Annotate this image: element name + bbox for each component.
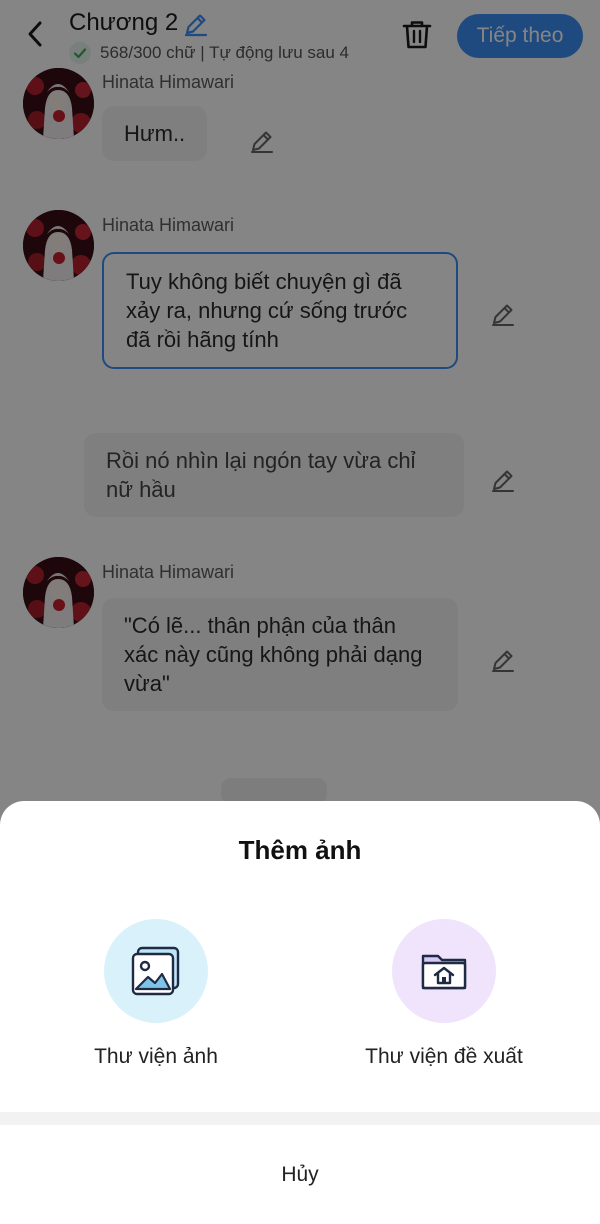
photo-gallery-icon [104,919,208,1023]
photo-gallery-option[interactable]: Thư viện ảnh [46,919,266,1069]
sheet-title: Thêm ảnh [238,835,362,865]
add-image-sheet: Thêm ảnh Thư viện ảnh Thư viện đề xuất H… [0,801,600,1224]
cancel-button[interactable]: Hủy [0,1125,600,1224]
suggested-library-option[interactable]: Thư viện đề xuất [334,919,554,1069]
suggested-library-label: Thư viện đề xuất [365,1045,523,1068]
photo-gallery-label: Thư viện ảnh [94,1045,218,1068]
divider [0,1112,600,1125]
suggested-library-icon [392,919,496,1023]
